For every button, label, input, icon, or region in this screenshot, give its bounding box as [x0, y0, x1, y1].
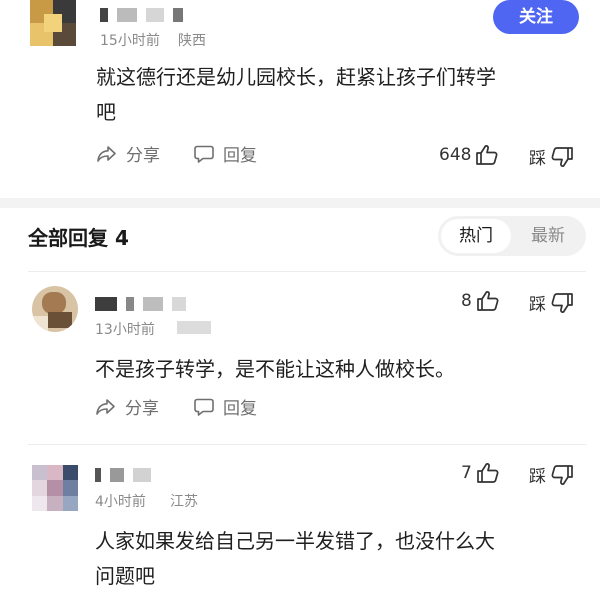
section-divider	[0, 198, 600, 208]
like-button[interactable]: 648	[439, 144, 499, 166]
share-button[interactable]: 分享	[95, 394, 159, 419]
comment-text-line1: 就这德行还是幼儿园校长，赶紧让孩子们转学	[96, 65, 496, 89]
like-button[interactable]: 8	[461, 290, 500, 312]
username-blurred[interactable]	[95, 297, 190, 311]
thumbs-up-icon	[476, 463, 499, 483]
follow-button[interactable]: 关注	[493, 0, 579, 34]
reply-text-line1: 人家如果发给自己另一半发错了，也没什么大	[95, 529, 495, 553]
comment-time: 15小时前	[100, 33, 160, 49]
comment-text-line2: 吧	[96, 100, 116, 124]
share-label: 分享	[125, 399, 159, 419]
dislike-label: 踩	[529, 295, 546, 315]
avatar[interactable]	[30, 0, 76, 46]
like-count: 8	[461, 291, 472, 311]
dislike-label: 踩	[529, 149, 546, 169]
reply-label: 回复	[223, 146, 257, 166]
comment-icon	[194, 398, 214, 416]
avatar[interactable]	[32, 286, 78, 332]
thumbs-down-icon	[551, 292, 573, 313]
comment-icon	[194, 145, 214, 163]
tab-hot[interactable]: 热门	[441, 219, 511, 253]
thumbs-up-icon	[476, 145, 498, 165]
comment-time: 4小时前	[95, 494, 146, 510]
share-button[interactable]: 分享	[96, 141, 160, 166]
reply-label: 回复	[223, 399, 257, 419]
reply-button[interactable]: 回复	[193, 141, 257, 166]
location-blurred	[177, 321, 211, 334]
replies-title: 全部回复 4	[28, 226, 129, 250]
dislike-button[interactable]: 踩	[529, 144, 574, 169]
thumbs-down-icon	[551, 464, 573, 485]
like-count: 7	[461, 463, 472, 483]
dislike-label: 踩	[529, 467, 546, 487]
avatar[interactable]	[32, 465, 78, 511]
comment-time: 13小时前	[95, 322, 155, 338]
reply-text-line2: 问题吧	[95, 564, 155, 588]
username-blurred[interactable]	[95, 468, 155, 482]
thumbs-down-icon	[551, 146, 573, 167]
dislike-button[interactable]: 踩	[529, 462, 574, 487]
like-count: 648	[439, 145, 472, 165]
share-label: 分享	[126, 146, 160, 166]
username-blurred[interactable]	[100, 8, 187, 22]
dislike-button[interactable]: 踩	[529, 290, 574, 315]
reply-text: 不是孩子转学，是不能让这种人做校长。	[95, 357, 455, 381]
reply-separator	[28, 444, 586, 445]
share-icon	[97, 145, 116, 162]
comment-location: 陕西	[178, 33, 206, 49]
tab-new[interactable]: 最新	[513, 219, 583, 253]
reply-button[interactable]: 回复	[193, 394, 257, 419]
share-icon	[96, 398, 115, 415]
like-button[interactable]: 7	[461, 462, 500, 484]
comment-location: 江苏	[170, 494, 198, 510]
header-separator	[28, 271, 586, 272]
thumbs-up-icon	[476, 291, 499, 311]
